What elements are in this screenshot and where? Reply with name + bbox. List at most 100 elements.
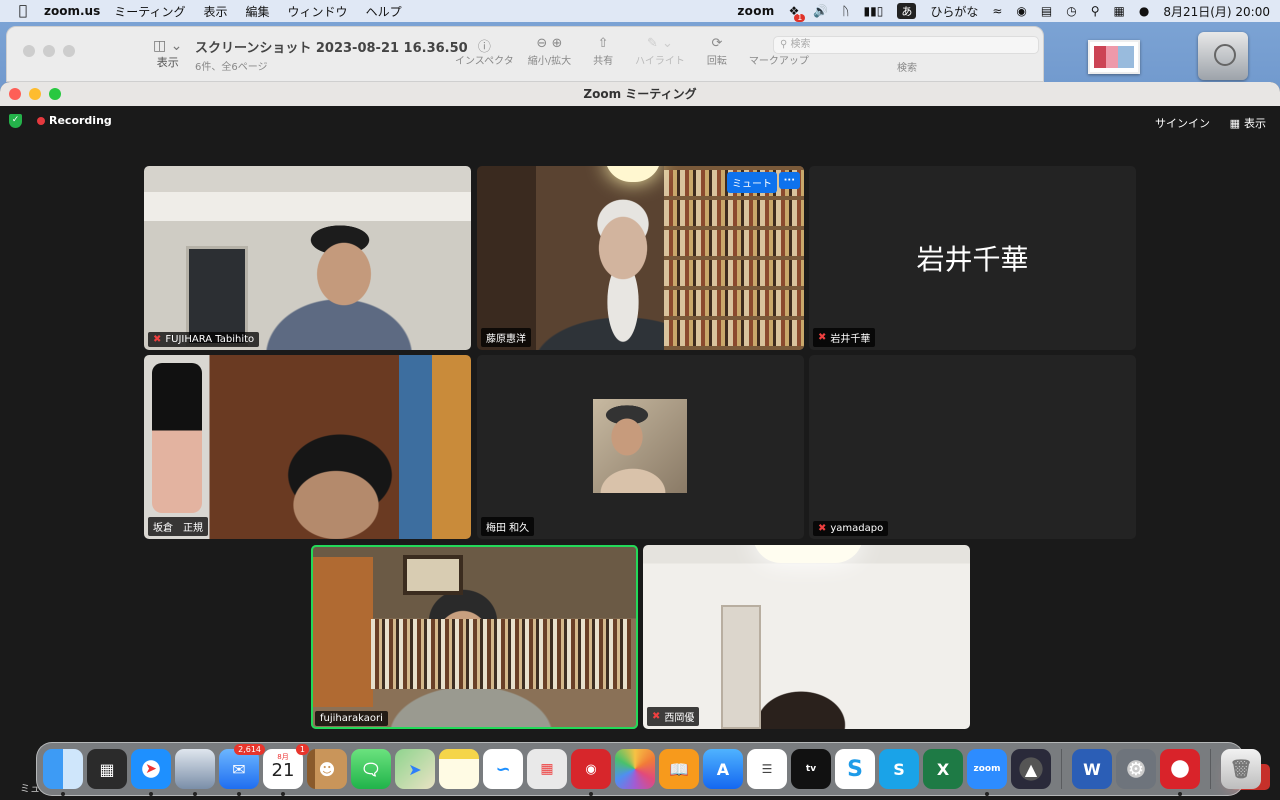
- dock-freeform-icon[interactable]: ∽: [483, 749, 523, 789]
- video-tile-fujihara-tabihito[interactable]: ✖ FUJIHARA Tabihito: [144, 166, 471, 350]
- dock-books-icon[interactable]: 📖: [659, 749, 699, 789]
- siri-icon[interactable]: ●: [1139, 5, 1149, 17]
- preview-rotate-button[interactable]: ⟳ 回転: [699, 36, 735, 67]
- info-icon: ⓘ: [477, 40, 491, 55]
- picture-frame: [403, 555, 463, 595]
- participant-name-tag: ✖ 岩井千華: [813, 328, 876, 347]
- view-button[interactable]: ▦ 表示: [1230, 115, 1266, 131]
- recording-indicator[interactable]: Recording: [37, 114, 112, 127]
- hanging-coat: [152, 363, 202, 513]
- desktop-image-file-icon[interactable]: [1088, 40, 1140, 74]
- battery-icon[interactable]: ▮▮▯: [864, 5, 884, 17]
- menu-meeting[interactable]: ミーティング: [114, 3, 185, 20]
- ime-label[interactable]: ひらがな: [930, 3, 978, 20]
- mute-participant-button[interactable]: ミュート: [727, 172, 777, 193]
- preview-toolbar: ⓘインスペクタ ⊖ ⊕縮小/拡大 ⇧共有 ✎ ⌄ハイライト ⟳回転 ◉マークアッ…: [455, 36, 809, 67]
- memory-icon[interactable]: ▤: [1041, 5, 1052, 17]
- dock-preview-icon[interactable]: [175, 749, 215, 796]
- dock-messages-icon[interactable]: 🗨: [351, 749, 391, 789]
- preview-search-input[interactable]: ⚲ 検索: [773, 36, 1039, 54]
- time-machine-icon[interactable]: ◷: [1066, 5, 1076, 17]
- preview-tool-label: 縮小/拡大: [527, 56, 572, 67]
- menu-window[interactable]: ウィンドウ: [288, 3, 348, 20]
- menu-edit[interactable]: 編集: [246, 3, 270, 20]
- dock-safari-icon[interactable]: ➤: [131, 749, 171, 796]
- apple-menu-icon[interactable]: : [10, 3, 36, 19]
- dock-app-store-icon[interactable]: A: [703, 749, 743, 789]
- preview-close-button[interactable]: [23, 45, 35, 57]
- participant-name-tag: ✖ FUJIHARA Tabihito: [148, 332, 260, 347]
- dock-photo-booth-icon[interactable]: ◉: [571, 749, 611, 796]
- video-tile-umeda[interactable]: 梅田 和久: [477, 355, 804, 539]
- dock-skype-business-icon[interactable]: S: [879, 749, 919, 789]
- preview-inspector-button[interactable]: ⓘ インスペクタ: [455, 36, 514, 67]
- dock-calendar-icon[interactable]: 8月 21 1: [263, 744, 309, 796]
- dock-reminders-icon[interactable]: ☰: [747, 749, 787, 789]
- dock-apple-tv-icon[interactable]: tv: [791, 749, 831, 789]
- preview-zoom-button-toolbar[interactable]: ⊖ ⊕ 縮小/拡大: [528, 36, 571, 67]
- wifi-icon[interactable]: ≈: [992, 5, 1002, 17]
- video-tile-yamadapo[interactable]: ✖ yamadapo: [809, 355, 1136, 539]
- volume-icon[interactable]: 🔊: [813, 5, 828, 17]
- running-indicator: [589, 792, 593, 796]
- zoom-logo: zoom: [973, 764, 1001, 774]
- dock-photos-icon[interactable]: [615, 749, 655, 789]
- running-indicator: [61, 792, 65, 796]
- dock-finder-icon[interactable]: [43, 749, 83, 796]
- dock-security-app-icon[interactable]: [1160, 749, 1200, 796]
- dock-word-icon[interactable]: W: [1072, 749, 1112, 789]
- video-tile-nishioka[interactable]: ✖ 西岡優: [643, 545, 970, 729]
- dock-mail-icon[interactable]: ✉ 2,614: [219, 744, 265, 796]
- sign-in-button[interactable]: サインイン: [1155, 115, 1210, 131]
- dock-notes-icon[interactable]: [439, 749, 479, 789]
- ceiling-lamp: [753, 545, 863, 563]
- preview-highlight-button[interactable]: ✎ ⌄ ハイライト: [635, 36, 685, 67]
- preview-share-button[interactable]: ⇧ 共有: [585, 36, 621, 67]
- zoom-fullscreen-button[interactable]: [49, 88, 61, 100]
- mic-muted-icon: ✖: [818, 523, 827, 534]
- ime-indicator[interactable]: あ: [897, 3, 917, 19]
- menu-app-name[interactable]: zoom.us: [44, 4, 100, 18]
- word-logo: W: [1083, 759, 1101, 779]
- video-tile-sakakura[interactable]: 坂倉 正規: [144, 355, 471, 539]
- spotlight-icon[interactable]: ⚲: [1091, 5, 1100, 17]
- dock-trash-icon[interactable]: 🗑: [1221, 749, 1261, 789]
- dock-excel-icon[interactable]: X: [923, 749, 963, 789]
- bluetooth-icon[interactable]: ᚢ: [842, 5, 849, 17]
- menu-help[interactable]: ヘルプ: [366, 3, 402, 20]
- dock-prism-icon[interactable]: ▲: [1011, 749, 1051, 789]
- video-tile-fujiharakaori[interactable]: fujiharakaori: [311, 545, 638, 729]
- preview-traffic-lights: [23, 45, 75, 57]
- menu-view[interactable]: 表示: [204, 3, 228, 20]
- control-center-icon[interactable]: ▦: [1114, 5, 1125, 17]
- share-icon: ⇧: [597, 36, 609, 51]
- preview-sidebar-toggle[interactable]: ◫ ⌄ 表示: [153, 38, 182, 70]
- dock-skype-icon[interactable]: S: [835, 749, 875, 789]
- menu-bar:  zoom.us ミーティング 表示 編集 ウィンドウ ヘルプ zoom ❖1…: [0, 0, 1280, 22]
- preview-minimize-button[interactable]: [43, 45, 55, 57]
- zoom-close-button[interactable]: [9, 88, 21, 100]
- more-options-button[interactable]: ···: [778, 172, 800, 189]
- dock-contacts-icon[interactable]: ☻: [307, 749, 347, 789]
- video-tile-fujihara-eiyo[interactable]: ミュート ··· 藤原惠洋: [477, 166, 804, 350]
- participant-name: 岩井千華: [830, 334, 871, 345]
- zoom-status-label[interactable]: zoom: [737, 4, 774, 18]
- dock-maps-icon[interactable]: ➤: [395, 749, 435, 789]
- search-icon: ⚲: [780, 39, 788, 50]
- dock-mission-control-icon[interactable]: ▦: [87, 749, 127, 789]
- zoom-minimize-button[interactable]: [29, 88, 41, 100]
- dock-zoom-icon[interactable]: zoom: [967, 749, 1007, 796]
- dock-launchpad-icon[interactable]: ▦: [527, 749, 567, 789]
- tv-label: tv: [805, 764, 817, 774]
- dock-system-settings-icon[interactable]: ⚙: [1116, 749, 1156, 789]
- menu-datetime[interactable]: 8月21日(月) 20:00: [1163, 3, 1270, 20]
- desktop-disk-icon[interactable]: [1198, 32, 1248, 80]
- user-icon[interactable]: ◉: [1016, 5, 1026, 17]
- security-shield-icon[interactable]: ✓: [9, 114, 22, 128]
- dock-separator: [1061, 749, 1062, 789]
- sidebar-icon: ◫ ⌄: [153, 38, 183, 54]
- video-tile-iwai-chika[interactable]: 岩井千華 ✖ 岩井千華: [809, 166, 1136, 350]
- dropbox-icon[interactable]: ❖ 1: [789, 5, 806, 22]
- preview-zoom-button[interactable]: [63, 45, 75, 57]
- zoom-top-bar: ✓ Recording サインイン ▦ 表示: [0, 106, 1280, 136]
